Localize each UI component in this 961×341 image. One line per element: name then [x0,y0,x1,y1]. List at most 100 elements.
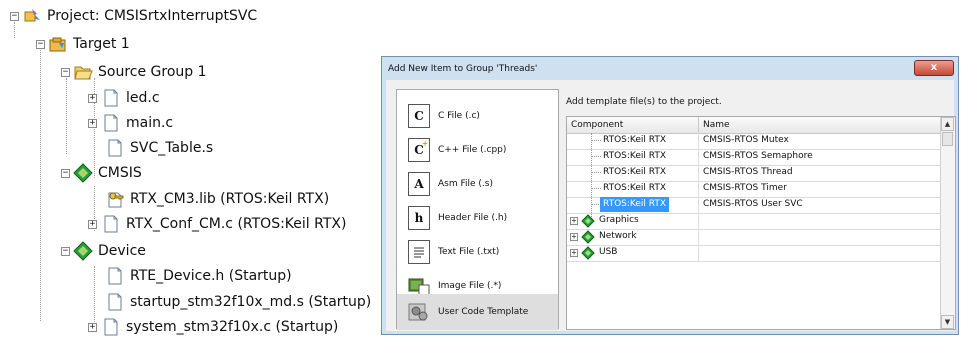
close-icon: x [930,62,938,73]
component-diamond-icon [581,246,595,260]
group-name: Graphics [599,215,639,225]
tree-item-file[interactable]: SVC_Table.s [101,134,213,162]
tree-connector [40,50,41,321]
close-button[interactable]: x [914,60,954,76]
group-name: Network [599,231,637,241]
expand-toggle[interactable]: + [88,322,97,332]
tree-item-target[interactable]: − Target 1 [36,30,130,58]
tree-item-source-group[interactable]: − Source Group 1 [61,58,207,86]
component-cell: RTOS:Keil RTX [603,183,667,193]
column-header-component[interactable]: Component [571,120,623,130]
cpp-plus-icon: + [422,139,428,148]
file-name: led.c [126,90,160,106]
tree-item-cmsis[interactable]: − CMSIS [61,159,142,187]
table-row[interactable]: RTOS:Keil RTX CMSIS-RTOS Thread [567,165,941,182]
component-diamond-icon [581,214,595,228]
tree-item-file[interactable]: + led.c [88,84,160,112]
component-diamond-icon [73,163,93,183]
type-text-file[interactable]: Text File (.txt) [397,234,558,270]
tree-connector [591,172,601,173]
cell-separator [698,197,699,213]
file-type-list: C C File (.c) C + C++ File (.cpp) A Asm F… [396,89,559,330]
type-label: User Code Template [438,307,529,317]
table-header: Component Name [567,117,941,134]
collapse-toggle[interactable]: − [61,67,70,77]
name-cell: CMSIS-RTOS Mutex [703,135,789,145]
component-diamond-icon [73,241,93,261]
expand-toggle[interactable]: + [570,217,578,225]
tree-connector [591,140,601,141]
table-row[interactable]: RTOS:Keil RTX CMSIS-RTOS Timer [567,181,941,198]
scroll-down-arrow-icon[interactable]: ▼ [941,315,954,329]
expand-toggle[interactable]: + [88,93,97,103]
cell-separator [698,213,699,229]
tree-item-file[interactable]: RTX_CM3.lib (RTOS:Keil RTX) [101,185,329,213]
project-tree: − Project: CMSISrtxInterruptSVC − Target… [0,0,380,339]
table-row-selected[interactable]: RTOS:Keil RTX CMSIS-RTOS User SVC [567,197,941,214]
folder-open-icon [73,62,93,82]
file-icon [105,266,125,286]
vertical-scrollbar[interactable]: ▲ ▼ [940,117,955,329]
file-name: main.c [126,115,174,131]
component-cell: RTOS:Keil RTX [600,197,670,212]
library-key-icon [105,189,125,209]
expand-toggle[interactable]: + [88,219,97,229]
tree-connector [591,156,601,157]
expand-toggle[interactable]: + [88,118,97,128]
scroll-thumb[interactable] [942,132,953,146]
cpp-file-icon: C + [408,138,430,162]
group-name: USB [599,247,618,257]
expand-toggle[interactable]: + [570,233,578,241]
table-row[interactable]: RTOS:Keil RTX CMSIS-RTOS Mutex [567,133,941,150]
table-group-row[interactable]: + Graphics [567,213,941,230]
text-file-icon [408,240,430,264]
component-cell: RTOS:Keil RTX [603,167,667,177]
tree-item-file[interactable]: + RTX_Conf_CM.c (RTOS:Keil RTX) [88,210,346,238]
expand-toggle[interactable]: + [570,249,578,257]
target-label: Target 1 [73,36,130,52]
dialog-title: Add New Item to Group 'Threads' [388,64,538,74]
type-asm-file[interactable]: A Asm File (.s) [397,166,558,202]
asm-file-icon: A [408,172,430,196]
name-cell: CMSIS-RTOS Thread [703,167,793,177]
type-label: Image File (.*) [438,281,502,291]
cell-separator [698,133,699,149]
collapse-toggle[interactable]: − [61,246,70,256]
target-icon [48,34,68,54]
table-row[interactable]: RTOS:Keil RTX CMSIS-RTOS Semaphore [567,149,941,166]
name-cell: CMSIS-RTOS Timer [703,183,787,193]
add-new-item-dialog: Add New Item to Group 'Threads' x C C Fi… [381,56,959,335]
tree-item-file[interactable]: + system_stm32f10x.c (Startup) [88,313,338,341]
type-user-code-template[interactable]: User Code Template [397,294,558,330]
type-header-file[interactable]: h Header File (.h) [397,200,558,236]
user-code-template-icon [408,300,430,324]
tree-item-device[interactable]: − Device [61,237,146,265]
tree-item-file[interactable]: RTE_Device.h (Startup) [101,262,292,290]
group-label: Source Group 1 [98,64,207,80]
tree-item-project[interactable]: − Project: CMSISrtxInterruptSVC [10,2,257,30]
file-icon [101,88,121,108]
column-separator[interactable] [698,117,699,133]
tree-item-file[interactable]: + main.c [88,109,173,137]
cell-separator [698,165,699,181]
table-group-row[interactable]: + Network [567,229,941,246]
tree-item-file[interactable]: startup_stm32f10x_md.s (Startup) [101,288,371,316]
template-hint: Add template file(s) to the project. [566,97,722,107]
component-cell: RTOS:Keil RTX [603,151,667,161]
collapse-toggle[interactable]: − [36,39,45,49]
type-c-file[interactable]: C C File (.c) [397,98,558,134]
group-label: Device [98,243,146,259]
table-group-row[interactable]: + USB [567,245,941,262]
c-file-icon: C [408,104,430,128]
type-label: Asm File (.s) [438,179,493,189]
file-icon [105,138,125,158]
type-label: Text File (.txt) [438,247,500,257]
column-header-name[interactable]: Name [703,120,730,130]
type-cpp-file[interactable]: C + C++ File (.cpp) [397,132,558,168]
type-label: C File (.c) [438,111,480,121]
name-cell: CMSIS-RTOS Semaphore [703,151,813,161]
collapse-toggle[interactable]: − [10,11,19,21]
scroll-up-arrow-icon[interactable]: ▲ [941,117,954,131]
collapse-toggle[interactable]: − [61,168,70,178]
file-icon [101,214,121,234]
